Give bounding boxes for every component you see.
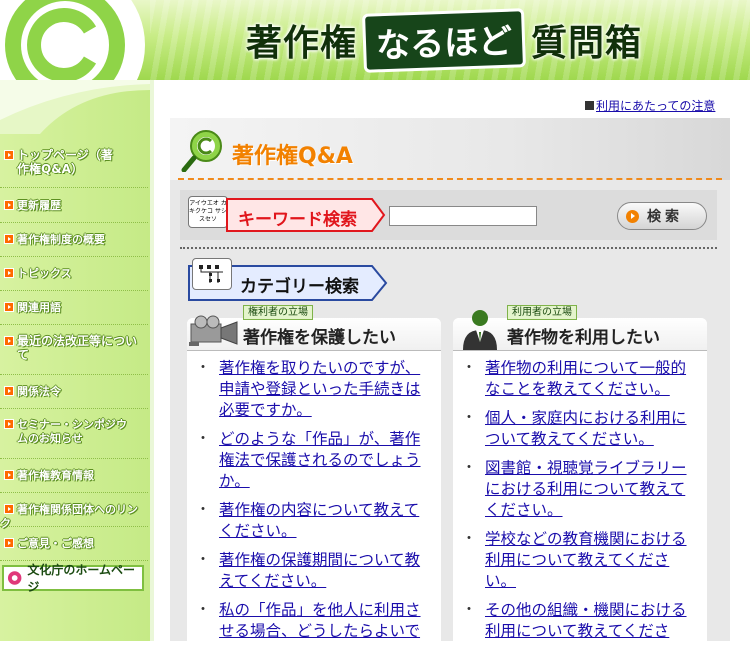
column-title: 著作物を利用したい [507,328,660,348]
sidebar-item-laws[interactable]: 関係法令 [0,375,148,409]
arrow-bullet-icon [4,386,14,396]
question-link[interactable]: 著作権を取りたいのですが、申請や登録といった手続きは必要ですか。 [219,359,421,419]
qa-title: 著作権Q&A [232,144,353,169]
sidebar-item-label: 更新履歴 [17,199,61,212]
sidebar-item-seminar[interactable]: セミナー・シンポジウムのお知らせ [0,409,148,459]
usage-notice: 利用にあたっての注意 [585,97,715,114]
list-item: 著作物の利用について一般的なことを教えてください。 [453,358,707,400]
arrow-bullet-icon [4,200,14,210]
kana-tag-icon: アイウエオ カキクケコ サシスセソ [188,196,228,228]
copyright-magnifier-icon [181,130,222,172]
sidebar-item-label: 著作権制度の概要 [17,233,105,246]
question-link[interactable]: 私の「作品」を他人に利用させる場合、どうしたらよいで [219,601,421,640]
sidebar-divider [150,80,154,641]
sidebar-item-overview[interactable]: 著作権制度の概要 [0,223,148,257]
title-sub: 質問箱 [531,23,643,64]
question-link[interactable]: 図書館・視聴覚ライブラリーにおける利用について教えてください。 [485,459,687,519]
arrow-bullet-icon [4,538,14,548]
category-search-text: カテゴリー検索 [240,277,359,297]
category-tree-icon [192,258,232,290]
arrow-bullet-icon [4,419,14,429]
column-header: 権利者の立場 著作権を保護したい [187,305,441,351]
sidebar-item-label: トップページ（著作権Q&A） [17,148,113,176]
question-link[interactable]: どのような「作品」が、著作権法で保護されるのでしょうか。 [219,430,421,490]
question-link[interactable]: 著作物の利用について一般的なことを教えてください。 [485,359,686,398]
position-badge: 利用者の立場 [507,305,577,320]
square-bullet-icon [585,101,594,110]
column-header: 利用者の立場 著作物を利用したい [453,305,707,351]
site-header: 著作権 なるほど 質問箱 [0,0,750,80]
arrow-bullet-icon [4,504,14,514]
list-item: 著作権を取りたいのですが、申請や登録といった手続きは必要ですか。 [187,358,441,421]
person-icon [463,310,497,350]
column-title: 著作権を保護したい [243,328,396,348]
rights-holder-column: 権利者の立場 著作権を保護したい 著作権を取りたいのですが、申請や登録といった手… [187,305,441,641]
keyword-search-text: キーワード検索 [238,210,357,230]
list-item: 図書館・視聴覚ライブラリーにおける利用について教えてください。 [453,458,707,521]
keyword-input[interactable] [389,206,537,226]
sidebar-item-terms[interactable]: 関連用語 [0,291,148,325]
user-column: 利用者の立場 著作物を利用したい 著作物の利用について一般的なことを教えてくださ… [453,305,707,641]
agency-homepage-link[interactable]: 文化庁のホームページ [2,563,144,594]
arrow-bullet-icon [4,302,14,312]
copyright-logo-icon [0,0,145,80]
question-link[interactable]: 著作権の保護期間について教えてください。 [219,551,420,590]
sidebar-arc-decoration [0,80,150,134]
question-link[interactable]: 個人・家庭内における利用について教えてください。 [485,409,687,448]
title-highlight: なるほど [362,7,526,73]
arrow-bullet-icon [4,336,14,346]
position-badge: 権利者の立場 [243,305,313,320]
question-list: 著作物の利用について一般的なことを教えてください。 個人・家庭内における利用につ… [453,358,707,650]
keyword-search-label: キーワード検索 [226,198,386,232]
sidebar-item-label: ご意見・ご感想 [17,537,94,550]
agency-link-label: 文化庁のホームページ [27,563,136,594]
list-item: 個人・家庭内における利用について教えてください。 [453,408,707,450]
list-item: どのような「作品」が、著作権法で保護されるのでしょうか。 [187,429,441,492]
arrow-bullet-icon [4,268,14,278]
title-main: 著作権 [246,23,358,64]
sidebar-item-label: トピックス [17,267,72,280]
list-item: 私の「作品」を他人に利用させる場合、どうしたらよいで [187,600,441,642]
qa-header-divider [178,178,722,180]
list-item: 学校などの教育機関における利用について教えてください。 [453,529,707,592]
sidebar-item-history[interactable]: 更新履歴 [0,189,148,223]
sidebar-item-label: セミナー・シンポジウムのお知らせ [17,418,127,445]
sidebar-item-label: 関連用語 [17,301,61,314]
sidebar-item-label: 最近の法改正等について [17,334,138,362]
sidebar-item-label: 著作権教育情報 [17,469,94,482]
sidebar-item-recent-amendments[interactable]: 最近の法改正等について [0,325,148,375]
sidebar-item-org-links[interactable]: 著作権関係団体へのリンク [0,493,148,530]
play-arrow-icon [626,209,639,223]
question-list: 著作権を取りたいのですが、申請や登録といった手続きは必要ですか。 どのような「作… [187,358,441,650]
search-button[interactable]: 検索 [617,202,707,230]
section-divider [180,247,717,249]
sidebar-item-education[interactable]: 著作権教育情報 [0,459,148,493]
list-item: 著作権の内容について教えてください。 [187,500,441,542]
list-item: その他の組織・機関における利用について教えてくださ [453,600,707,642]
agency-logo-icon [7,571,22,585]
question-link[interactable]: 著作権の内容について教えてください。 [219,501,419,540]
sidebar-item-topics[interactable]: トピックス [0,257,148,291]
question-link[interactable]: 学校などの教育機関における利用について教えてください。 [485,530,687,590]
usage-notice-link[interactable]: 利用にあたっての注意 [596,99,715,113]
site-title: 著作権 なるほど 質問箱 [246,7,643,73]
arrow-bullet-icon [4,234,14,244]
list-item: 著作権の保護期間について教えてください。 [187,550,441,592]
sidebar-item-label: 関係法令 [17,385,61,398]
arrow-bullet-icon [4,470,14,480]
arrow-bullet-icon [4,150,14,160]
sidebar-item-feedback[interactable]: ご意見・ご感想 [0,527,148,561]
search-button-label: 検索 [647,209,683,225]
sidebar-item-label: 著作権関係団体へのリンク [0,503,138,530]
sidebar-item-top[interactable]: トップページ（著作権Q&A） [0,142,148,188]
question-link[interactable]: その他の組織・機関における利用について教えてくださ [485,601,687,640]
video-camera-icon [189,315,238,346]
